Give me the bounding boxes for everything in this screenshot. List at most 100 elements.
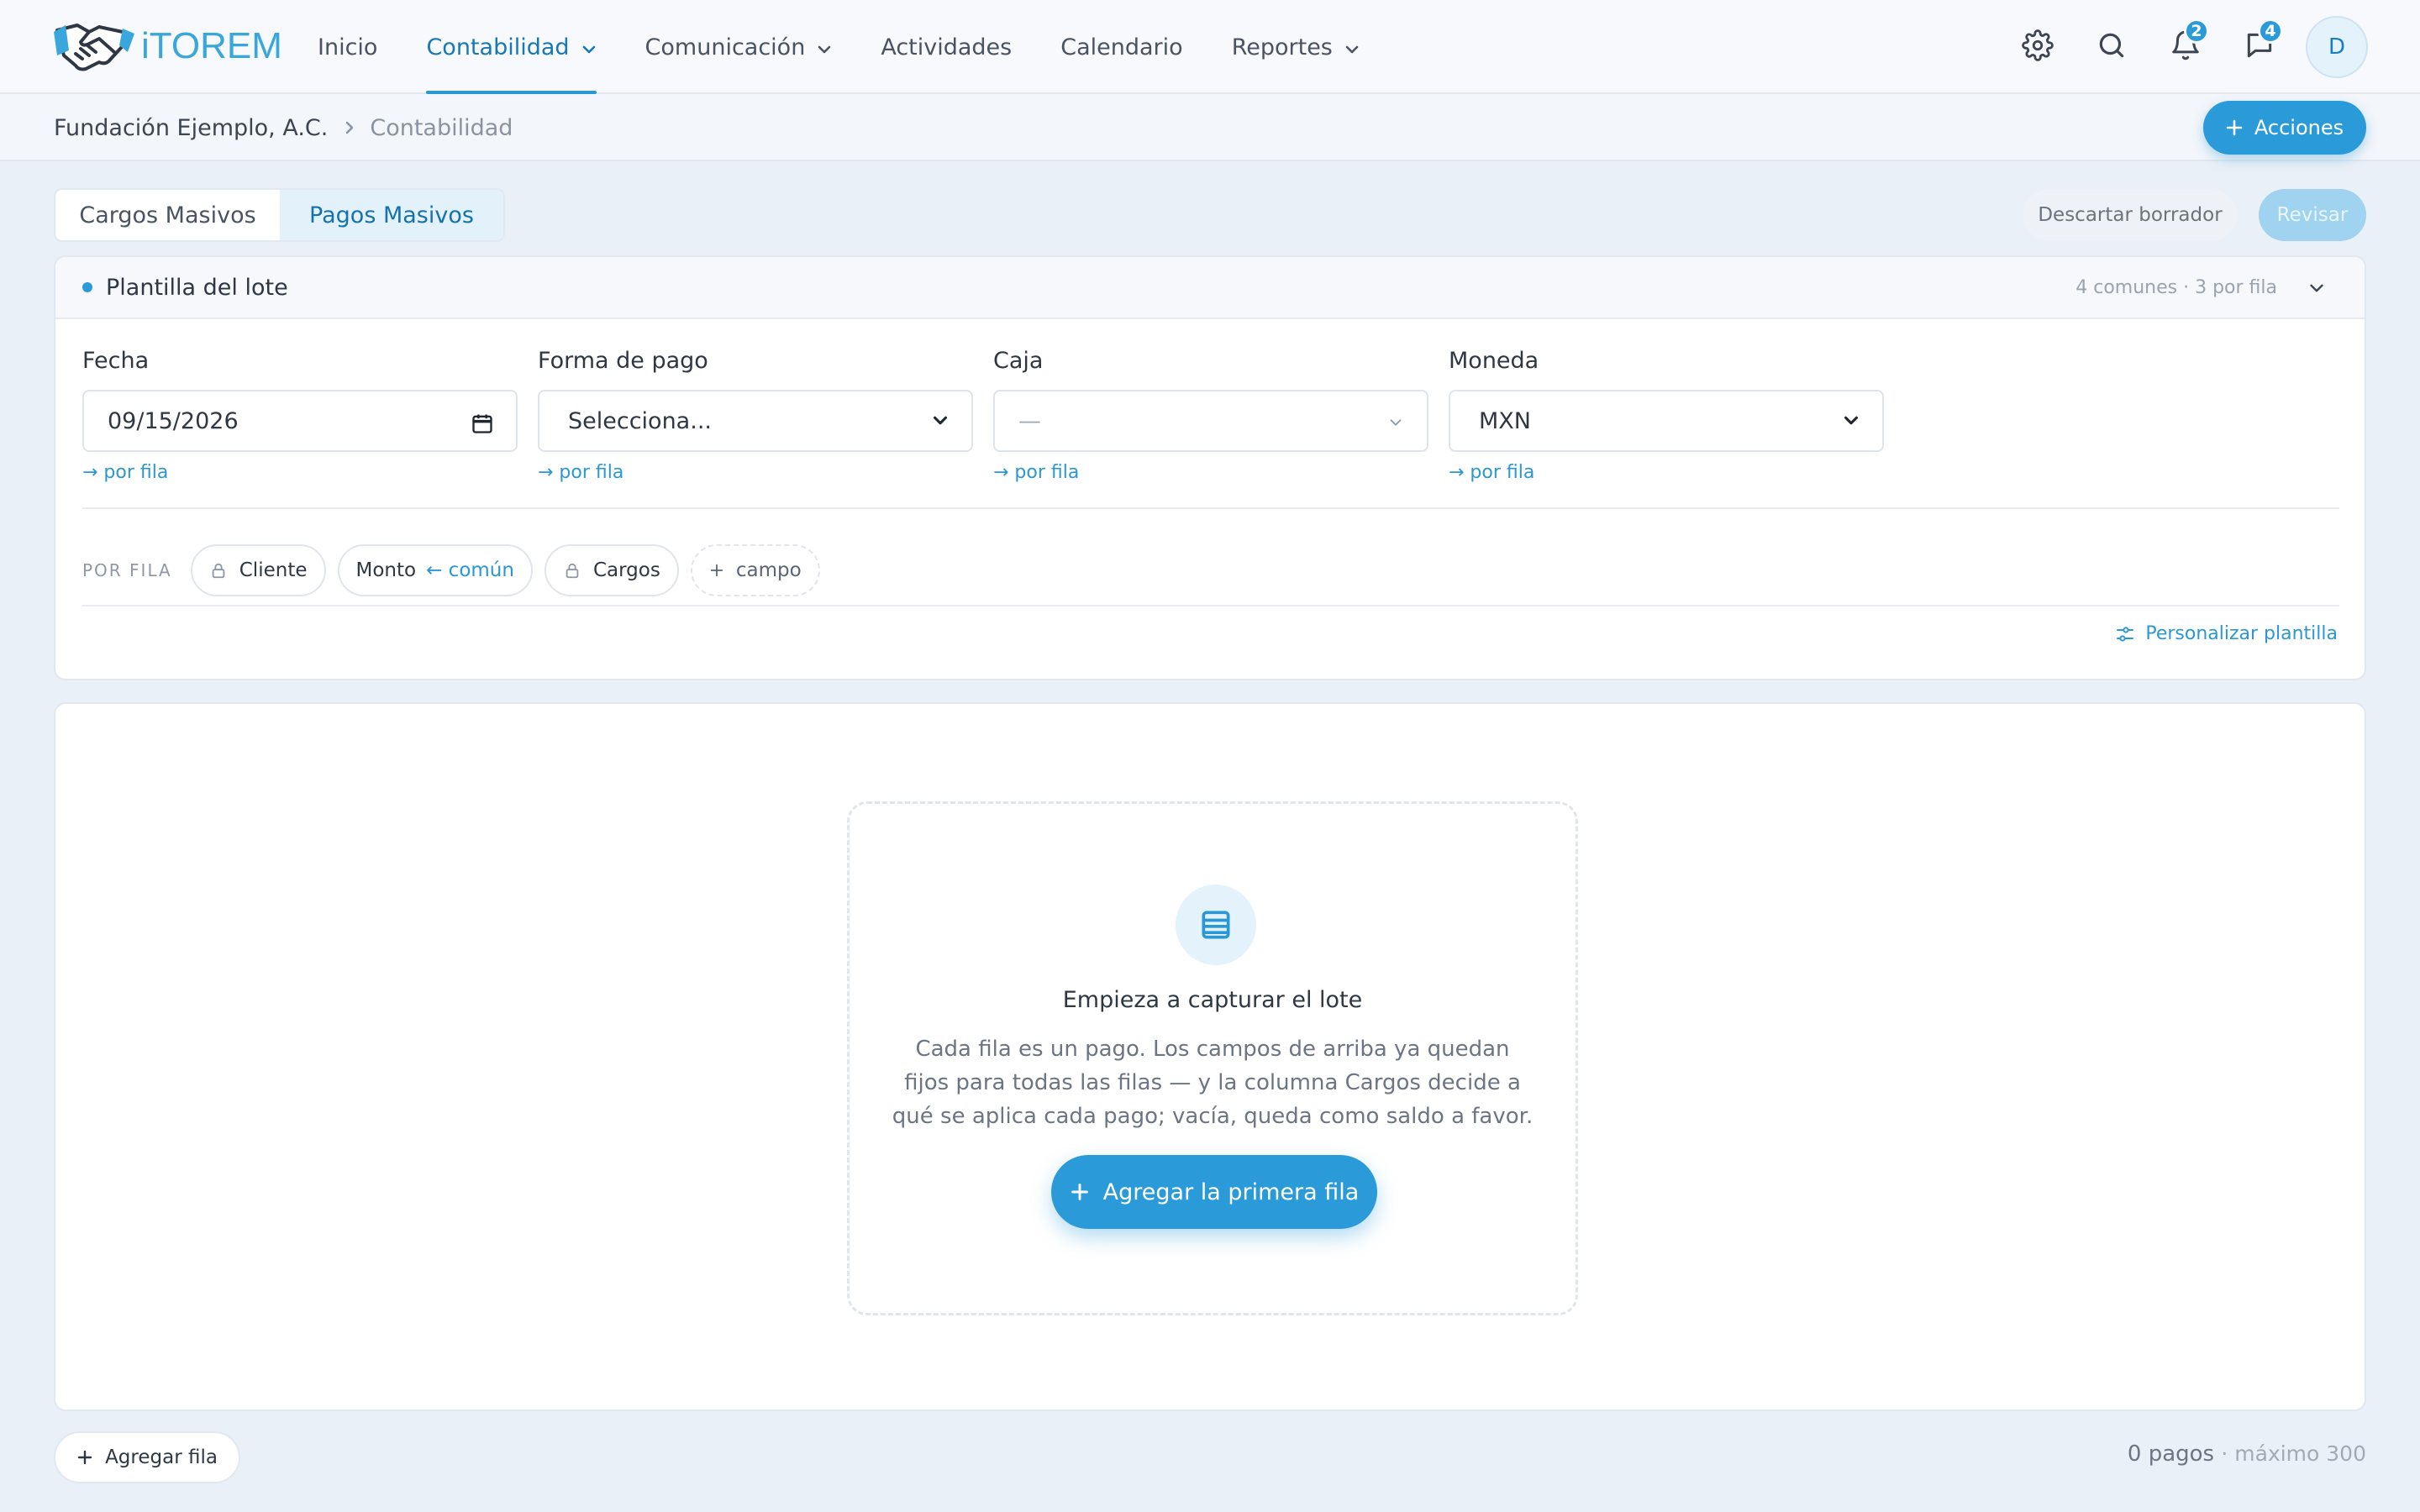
chip-label: Cliente [239, 559, 308, 581]
per-row-toggle[interactable]: → por fila [82, 462, 518, 483]
currency-select[interactable]: MXN [1449, 390, 1884, 452]
per-row-toggle[interactable]: → por fila [993, 462, 1428, 483]
plus-icon [76, 1449, 93, 1466]
app-logo[interactable]: iTOREM [52, 18, 282, 74]
payments-count: 0 pagos · máximo 300 [2128, 1441, 2366, 1467]
field-label: Forma de pago [538, 348, 708, 374]
per-row-fields: POR FILA Cliente Monto ← común Cargos ca… [82, 544, 832, 596]
chip-label: Cargos [592, 559, 660, 581]
field-label: Fecha [82, 348, 150, 374]
template-meta: 4 comunes · 3 por fila [2075, 276, 2277, 298]
add-row-label: Agregar fila [105, 1446, 218, 1468]
field-label: Moneda [1449, 348, 1539, 374]
notifications-badge: 2 [2184, 18, 2209, 44]
template-title: Plantilla del lote [106, 274, 288, 301]
plus-icon [709, 563, 724, 578]
nav-item-label: Actividades [881, 34, 1013, 60]
top-navbar: iTOREM Inicio Contabilidad Comunicación … [0, 0, 2420, 94]
nav-item-actividades[interactable]: Actividades [881, 0, 1012, 94]
nav-item-reportes[interactable]: Reportes [1232, 0, 1360, 94]
status-dot [82, 282, 92, 292]
chevron-down-icon[interactable] [2306, 277, 2328, 302]
messages-button[interactable]: 4 [2241, 18, 2283, 66]
settings-button[interactable] [2019, 29, 2056, 66]
chevron-right-icon [345, 120, 355, 135]
search-button[interactable] [2093, 29, 2130, 66]
plus-icon [1070, 1182, 1090, 1202]
breadcrumb-org[interactable]: Fundación Ejemplo, A.C. [54, 115, 328, 141]
notifications-button[interactable]: 2 [2167, 18, 2209, 66]
sliders-icon [2115, 624, 2135, 644]
app-logo-text: iTOREM [141, 25, 282, 66]
select-value: — [1018, 407, 1041, 434]
nav-item-label: Inicio [318, 34, 378, 60]
add-first-row-button[interactable]: Agregar la primera fila [1051, 1155, 1377, 1229]
review-button[interactable]: Revisar [2259, 189, 2366, 241]
user-avatar[interactable]: D [2306, 16, 2368, 78]
handshake-logo-icon [52, 17, 136, 76]
add-row-button[interactable]: Agregar fila [54, 1431, 240, 1483]
nav-item-label: Comunicación [644, 34, 806, 60]
field-fecha: Fecha 09/15/2026 → por fila [82, 348, 518, 483]
payment-method-select[interactable]: Selecciona... [538, 390, 973, 452]
batch-type-tabs: Cargos Masivos Pagos Masivos [54, 188, 505, 242]
chip-label: campo [735, 559, 802, 581]
lock-icon [563, 561, 581, 580]
chip-monto[interactable]: Monto ← común [337, 544, 533, 596]
batch-template-card: Plantilla del lote 4 comunes · 3 por fil… [54, 255, 2366, 680]
divider [82, 605, 2339, 606]
chip-cliente[interactable]: Cliente [190, 544, 326, 596]
gear-icon [2022, 29, 2054, 65]
calendar-icon[interactable] [471, 412, 494, 435]
chip-label: Monto [355, 559, 417, 581]
search-icon [2096, 29, 2128, 65]
breadcrumb-bar: Fundación Ejemplo, A.C. Contabilidad [0, 94, 2420, 161]
breadcrumb: Fundación Ejemplo, A.C. Contabilidad [54, 94, 513, 161]
make-common-toggle[interactable]: ← común [426, 559, 514, 581]
nav-item-contabilidad[interactable]: Contabilidad [426, 0, 597, 94]
empty-state-description: Cada fila es un pago. Los campos de arri… [892, 1037, 1534, 1129]
add-first-row-label: Agregar la primera fila [1102, 1179, 1360, 1205]
chevron-down-icon [1842, 412, 1860, 430]
nav-item-calendario[interactable]: Calendario [1060, 0, 1182, 94]
date-input[interactable]: 09/15/2026 [82, 390, 518, 452]
field-caja: Caja — → por fila [993, 348, 1428, 483]
nav-item-inicio[interactable]: Inicio [318, 0, 377, 94]
date-input-value: 09/15/2026 [108, 407, 239, 434]
empty-state-title: Empieza a capturar el lote [1062, 987, 1363, 1013]
nav-item-label: Reportes [1231, 34, 1333, 60]
nav-item-label: Calendario [1060, 34, 1183, 60]
template-header[interactable]: Plantilla del lote 4 comunes · 3 por fil… [55, 257, 2365, 319]
per-row-toggle[interactable]: → por fila [1449, 462, 1884, 483]
chevron-down-icon [931, 412, 950, 430]
customize-template-label: Personalizar plantilla [2145, 623, 2338, 644]
payments-max: · máximo 300 [2221, 1441, 2366, 1466]
per-row-toggle[interactable]: → por fila [538, 462, 973, 483]
select-value: Selecciona... [568, 407, 712, 434]
lock-icon [209, 561, 228, 580]
divider [82, 507, 2339, 509]
add-field-chip[interactable]: campo [690, 544, 820, 596]
select-value: MXN [1479, 407, 1531, 434]
field-moneda: Moneda MXN → por fila [1449, 348, 1884, 483]
discard-draft-button[interactable]: Descartar borrador [2023, 189, 2237, 241]
breadcrumb-current: Contabilidad [370, 114, 513, 141]
cash-box-select[interactable]: — [993, 390, 1428, 452]
batch-rows-card: Empieza a capturar el lote Cada fila es … [54, 702, 2366, 1411]
nav-item-comunicacion[interactable]: Comunicación [645, 0, 833, 94]
chip-cargos[interactable]: Cargos [544, 544, 679, 596]
tab-cargos-masivos[interactable]: Cargos Masivos [55, 190, 280, 240]
actions-button-label: Acciones [2254, 116, 2344, 139]
messages-badge: 4 [2258, 18, 2283, 44]
customize-template-link[interactable]: Personalizar plantilla [2115, 623, 2338, 644]
nav-item-label: Contabilidad [426, 34, 570, 60]
plus-icon [2226, 119, 2243, 136]
chevron-down-icon [817, 34, 832, 60]
main-nav: Inicio Contabilidad Comunicación Activid… [318, 0, 1408, 94]
tab-pagos-masivos[interactable]: Pagos Masivos [280, 190, 503, 240]
chevron-down-icon [581, 34, 597, 60]
field-label: Caja [993, 348, 1044, 374]
chevron-down-icon [1344, 34, 1360, 60]
empty-state: Empieza a capturar el lote Cada fila es … [847, 801, 1578, 1315]
actions-button[interactable]: Acciones [2203, 101, 2366, 155]
